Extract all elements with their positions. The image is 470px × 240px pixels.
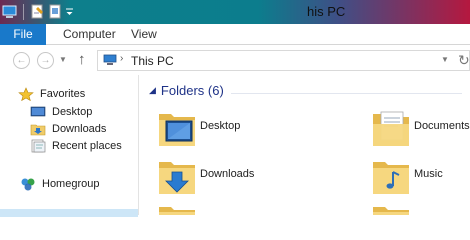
folder-partial[interactable] (157, 203, 307, 215)
nav-homegroup-label: Homegroup (42, 178, 100, 190)
new-folder-icon[interactable] (47, 3, 63, 20)
nav-item-selected-partial[interactable] (0, 209, 138, 217)
back-arrow-icon: ← (16, 55, 27, 66)
window-title: his PC (307, 4, 346, 19)
tab-file[interactable]: File (0, 24, 46, 45)
nav-item-label: Downloads (52, 123, 107, 135)
address-bar[interactable]: › This PC › ▼ ↻ (97, 50, 470, 71)
this-pc-icon[interactable] (2, 3, 18, 20)
downloads-icon (30, 122, 46, 136)
nav-homegroup[interactable]: Homegroup (20, 176, 99, 192)
folder-icon (157, 203, 197, 215)
folder-music[interactable]: Music (371, 154, 470, 200)
tab-view[interactable]: View (131, 24, 157, 45)
breadcrumb-chevron-icon[interactable]: › (120, 53, 123, 64)
music-folder-icon (371, 154, 411, 198)
forward-button[interactable]: → (37, 52, 54, 69)
folder-desktop[interactable]: Desktop (157, 106, 307, 152)
folder-name: Downloads (200, 168, 255, 180)
folder-name: Documents (414, 120, 470, 132)
star-icon (18, 87, 34, 102)
nav-item-label: Recent places (52, 140, 122, 152)
nav-item-desktop[interactable]: Desktop (30, 104, 92, 120)
forward-arrow-icon: → (40, 55, 51, 66)
homegroup-icon (20, 177, 36, 191)
folders-group-title: Folders (6) (160, 83, 224, 98)
folder-downloads[interactable]: Downloads (157, 154, 307, 200)
folders-group-header[interactable]: ◢ Folders (6) (149, 83, 224, 98)
downloads-folder-icon (157, 154, 197, 198)
navigation-pane: Favorites Desktop Downloads Recent place… (0, 75, 138, 217)
ribbon-tab-bar: File Computer View (0, 24, 470, 45)
up-arrow-icon[interactable]: ↑ (78, 51, 86, 68)
nav-favorites-label: Favorites (40, 88, 86, 100)
nav-item-label: Desktop (52, 106, 93, 118)
nav-item-recent-places[interactable]: Recent places (30, 138, 122, 154)
group-divider-line (231, 93, 462, 94)
folder-name: Desktop (200, 120, 241, 132)
desktop-folder-icon (157, 106, 197, 150)
back-button[interactable]: ← (13, 52, 30, 69)
collapse-chevron-icon[interactable]: ◢ (149, 85, 156, 96)
nav-item-downloads[interactable]: Downloads (30, 121, 106, 137)
refresh-icon[interactable]: ↻ (458, 52, 470, 69)
address-dropdown-icon[interactable]: ▼ (441, 55, 449, 64)
properties-icon[interactable] (29, 3, 45, 20)
customize-toolbar-dropdown-icon[interactable] (65, 3, 74, 20)
breadcrumb-this-pc[interactable]: This PC (131, 54, 174, 68)
recent-places-icon (30, 139, 46, 153)
nav-favorites[interactable]: Favorites (18, 86, 85, 102)
toolbar-separator (23, 3, 24, 20)
content-pane: ◢ Folders (6) Desktop Documents Download… (139, 75, 470, 215)
this-pc-icon (103, 54, 117, 66)
recent-locations-dropdown-icon[interactable]: ▼ (59, 55, 67, 64)
desktop-icon (30, 105, 46, 119)
folder-partial[interactable] (371, 203, 470, 215)
title-bar[interactable]: his PC (0, 0, 470, 24)
documents-folder-icon (371, 106, 411, 150)
tab-computer[interactable]: Computer (63, 24, 116, 45)
folder-name: Music (414, 168, 443, 180)
quick-access-toolbar (2, 3, 74, 20)
navigation-bar: ← → ▼ ↑ › This PC › ▼ ↻ (0, 45, 470, 75)
folder-documents[interactable]: Documents (371, 106, 470, 152)
folder-icon (371, 203, 411, 215)
